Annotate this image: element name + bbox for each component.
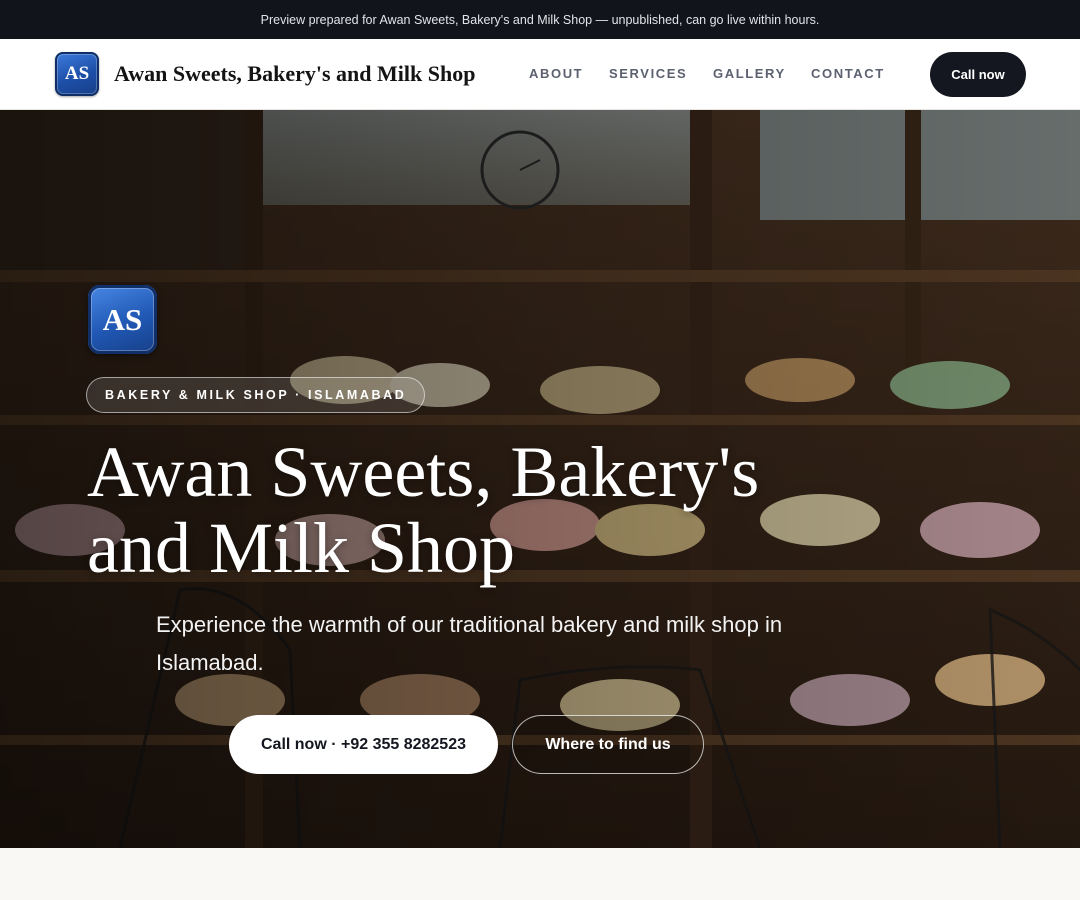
preview-notice-text: Preview prepared for Awan Sweets, Bakery…	[260, 12, 820, 27]
preview-notice-bar: Preview prepared for Awan Sweets, Bakery…	[0, 0, 1080, 39]
nav-link-about[interactable]: ABOUT	[529, 66, 583, 81]
header-call-button[interactable]: Call now	[930, 52, 1026, 97]
hero-subtitle: Experience the warmth of our traditional…	[156, 612, 783, 675]
hero-call-button[interactable]: Call now · +92 355 8282523	[229, 715, 498, 774]
nav-link-gallery[interactable]: GALLERY	[713, 66, 786, 81]
site-header: AS Awan Sweets, Bakery's and Milk Shop A…	[0, 39, 1080, 110]
hero-title: Awan Sweets, Bakery's and Milk Shop	[87, 434, 847, 586]
brand-logo[interactable]: AS	[55, 52, 99, 96]
hero-title-line-2: and Milk Shop	[87, 508, 516, 588]
brand-name[interactable]: Awan Sweets, Bakery's and Milk Shop	[114, 61, 475, 87]
hero-location-button[interactable]: Where to find us	[512, 715, 704, 774]
hero-logo-badge: AS	[88, 285, 157, 354]
hero-category-tag: BAKERY & MILK SHOP · ISLAMABAD	[86, 377, 426, 413]
nav-link-contact[interactable]: CONTACT	[811, 66, 885, 81]
hero-section: AS BAKERY & MILK SHOP · ISLAMABAD Awan S…	[0, 110, 1080, 848]
hero-title-line-1: Awan Sweets, Bakery's	[87, 432, 760, 512]
nav-link-services[interactable]: SERVICES	[609, 66, 687, 81]
